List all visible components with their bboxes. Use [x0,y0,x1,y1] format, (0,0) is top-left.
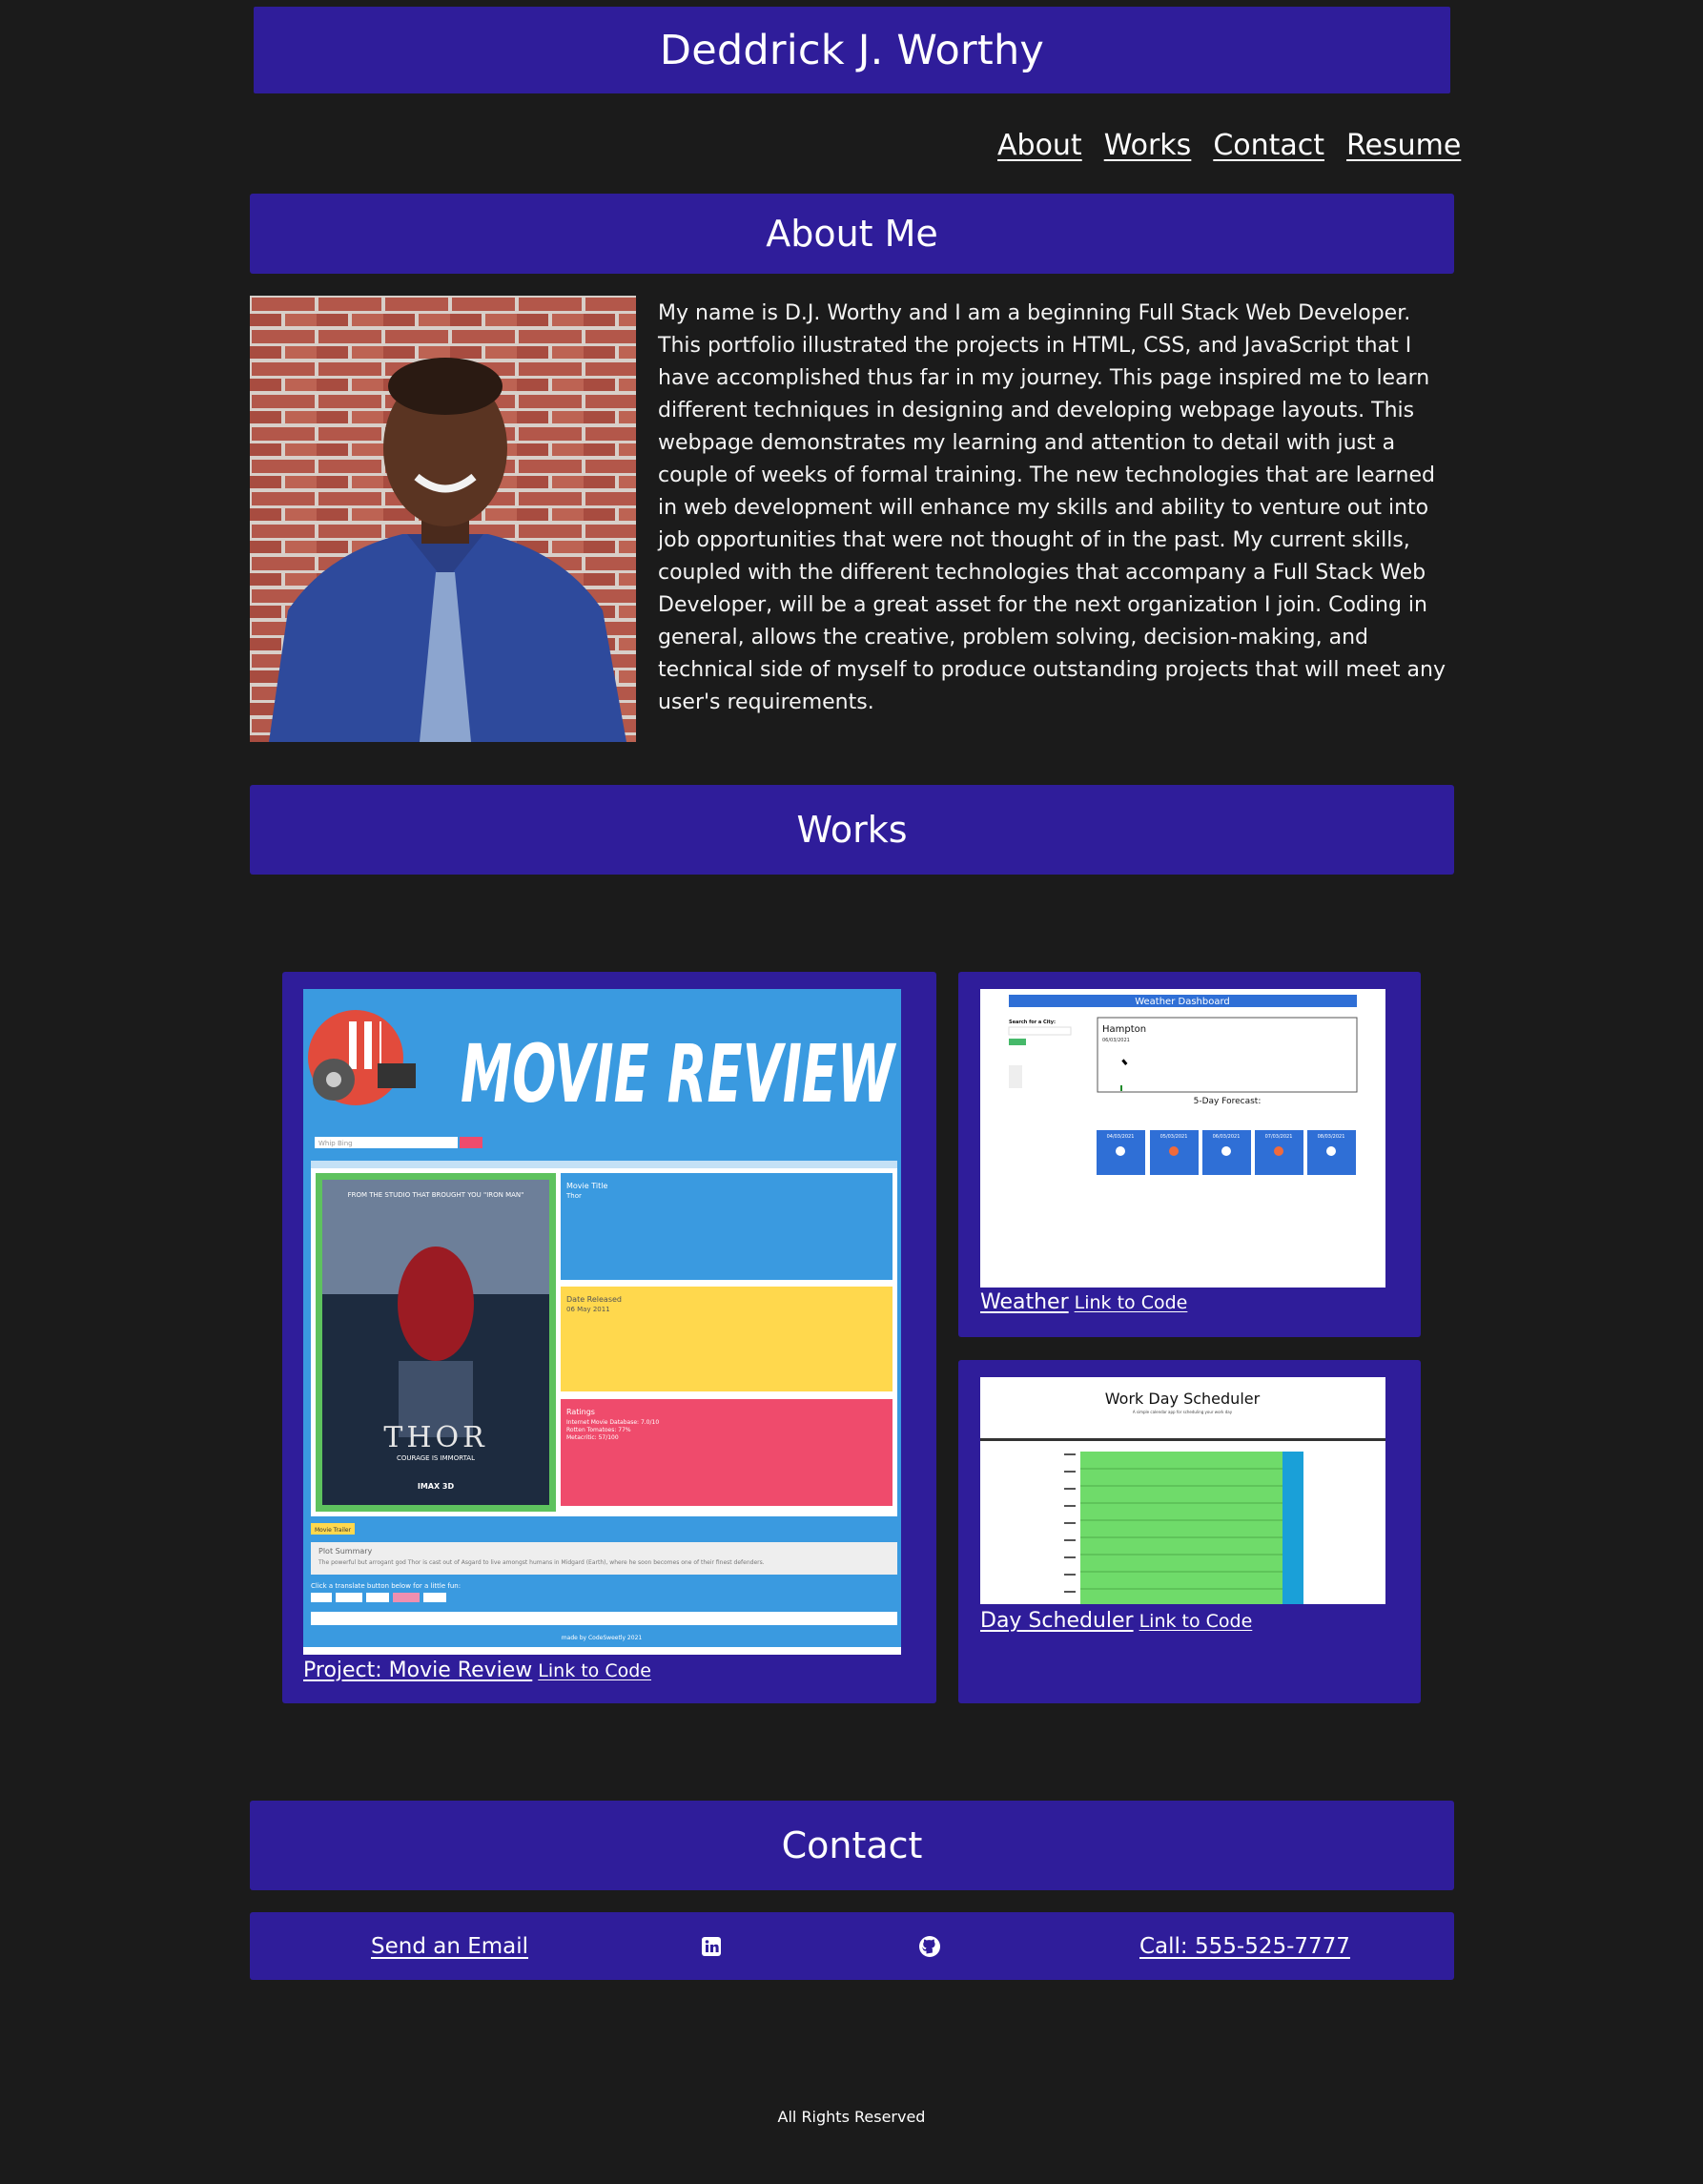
plot-summary-label: Plot Summary [318,1547,373,1556]
movie-banner-text: MOVIE REVIEW [461,1027,897,1121]
nav-resume-link[interactable]: Resume [1346,129,1461,162]
site-footer: All Rights Reserved [0,2108,1703,2126]
scheduler-code-link[interactable]: Link to Code [1139,1611,1253,1632]
scheduler-screenshot[interactable]: Work Day Scheduler A simple calendar app… [980,1377,1385,1604]
panel-ratings-line-1: Internet Movie Database: 7.0/10 [566,1419,659,1426]
panel-movie-title-value: Thor [565,1192,582,1200]
panel-ratings-line-2: Rotten Tomatoes: 77% [566,1427,631,1433]
poster-top-text: FROM THE STUDIO THAT BROUGHT YOU "IRON M… [348,1191,524,1199]
contact-heading: Contact [781,1824,923,1866]
about-heading-bar: About Me [250,194,1454,274]
nav-works-link[interactable]: Works [1104,129,1192,162]
poster-title: THOR [383,1421,487,1454]
scheduler-caption: Day Scheduler Link to Code [980,1609,1252,1633]
project-card-weather: Weather Dashboard Search for a City: Ham… [958,972,1421,1337]
works-heading: Works [796,809,908,851]
nav-contact-link[interactable]: Contact [1213,129,1324,162]
weather-date: 06/03/2021 [1102,1038,1130,1043]
profile-photo [250,296,636,742]
panel-ratings-line-3: Metacritic: 57/100 [566,1434,619,1441]
scheduler-preview-header: Work Day Scheduler [1105,1390,1261,1408]
weather-preview-graphic: Weather Dashboard Search for a City: Ham… [1008,995,1358,1175]
forecast-date-4: 07/03/2021 [1265,1134,1293,1140]
weather-link[interactable]: Weather [980,1290,1069,1314]
forecast-date-1: 04/03/2021 [1107,1134,1135,1140]
panel-movie-title-label: Movie Title [566,1182,607,1190]
forecast-date-5: 08/03/2021 [1318,1134,1345,1140]
phone-call-link[interactable]: Call: 555-525-7777 [1139,1934,1350,1959]
about-heading: About Me [766,213,938,255]
weather-forecast-label: 5-Day Forecast: [1194,1097,1262,1106]
weather-city: Hampton [1102,1024,1146,1035]
panel-date-label: Date Released [566,1295,622,1304]
weather-screenshot[interactable]: Weather Dashboard Search for a City: Ham… [980,989,1385,1288]
contact-heading-bar: Contact [250,1801,1454,1890]
movie-review-screenshot[interactable]: MOVIE REVIEW Whip Bing FROM THE STUDIO T… [303,989,901,1655]
plot-summary-text: The powerful but arrogant god Thor is ca… [318,1559,765,1566]
github-icon[interactable] [918,1935,941,1958]
weather-search-label: Search for a City: [1009,1020,1056,1025]
nav-about-link[interactable]: About [997,129,1082,162]
contact-links-bar: Send an Email Call: 555-525-7777 [250,1912,1454,1980]
project-card-movie-review: MOVIE REVIEW Whip Bing FROM THE STUDIO T… [282,972,936,1703]
movie-review-code-link[interactable]: Link to Code [538,1660,651,1681]
panel-ratings-label: Ratings [566,1408,595,1416]
about-paragraph: My name is D.J. Worthy and I am a beginn… [658,301,1446,714]
site-title: Deddrick J. Worthy [659,26,1045,74]
movie-review-link[interactable]: Project: Movie Review [303,1659,532,1682]
works-heading-bar: Works [250,785,1454,875]
movie-review-caption: Project: Movie Review Link to Code [303,1659,651,1682]
weather-code-link[interactable]: Link to Code [1075,1292,1188,1313]
weather-caption: Weather Link to Code [980,1290,1187,1314]
scheduler-preview-graphic: Work Day Scheduler A simple calendar app… [980,1390,1385,1604]
translate-prompt: Click a translate button below for a lit… [311,1582,461,1590]
forecast-date-2: 05/03/2021 [1160,1134,1188,1140]
footer-text: All Rights Reserved [777,2108,926,2126]
poster-tagline: COURAGE IS IMMORTAL [397,1454,475,1462]
forecast-cards: 04/03/2021 05/03/2021 06/03/2021 07/03/2… [1097,1130,1356,1175]
movie-review-preview-graphic: MOVIE REVIEW Whip Bing FROM THE STUDIO T… [303,1010,901,1655]
weather-preview-header: Weather Dashboard [1135,997,1230,1007]
movie-search-placeholder: Whip Bing [318,1140,353,1147]
linkedin-icon[interactable] [701,1936,722,1957]
poster-format: IMAX 3D [418,1482,455,1491]
scheduler-preview-subheader: A simple calendar app for scheduling you… [1133,1410,1233,1414]
trailer-button-text: Movie Trailer [315,1527,352,1534]
forecast-date-3: 06/03/2021 [1213,1134,1241,1140]
send-email-link[interactable]: Send an Email [371,1934,528,1959]
scheduler-link[interactable]: Day Scheduler [980,1609,1134,1633]
panel-date-value: 06 May 2011 [566,1306,610,1313]
site-header: Deddrick J. Worthy [254,7,1450,93]
main-nav: About Works Contact Resume [997,124,1461,166]
movie-preview-footer: made by CodeSweetly 2021 [562,1635,643,1641]
project-card-day-scheduler: Work Day Scheduler A simple calendar app… [958,1360,1421,1703]
